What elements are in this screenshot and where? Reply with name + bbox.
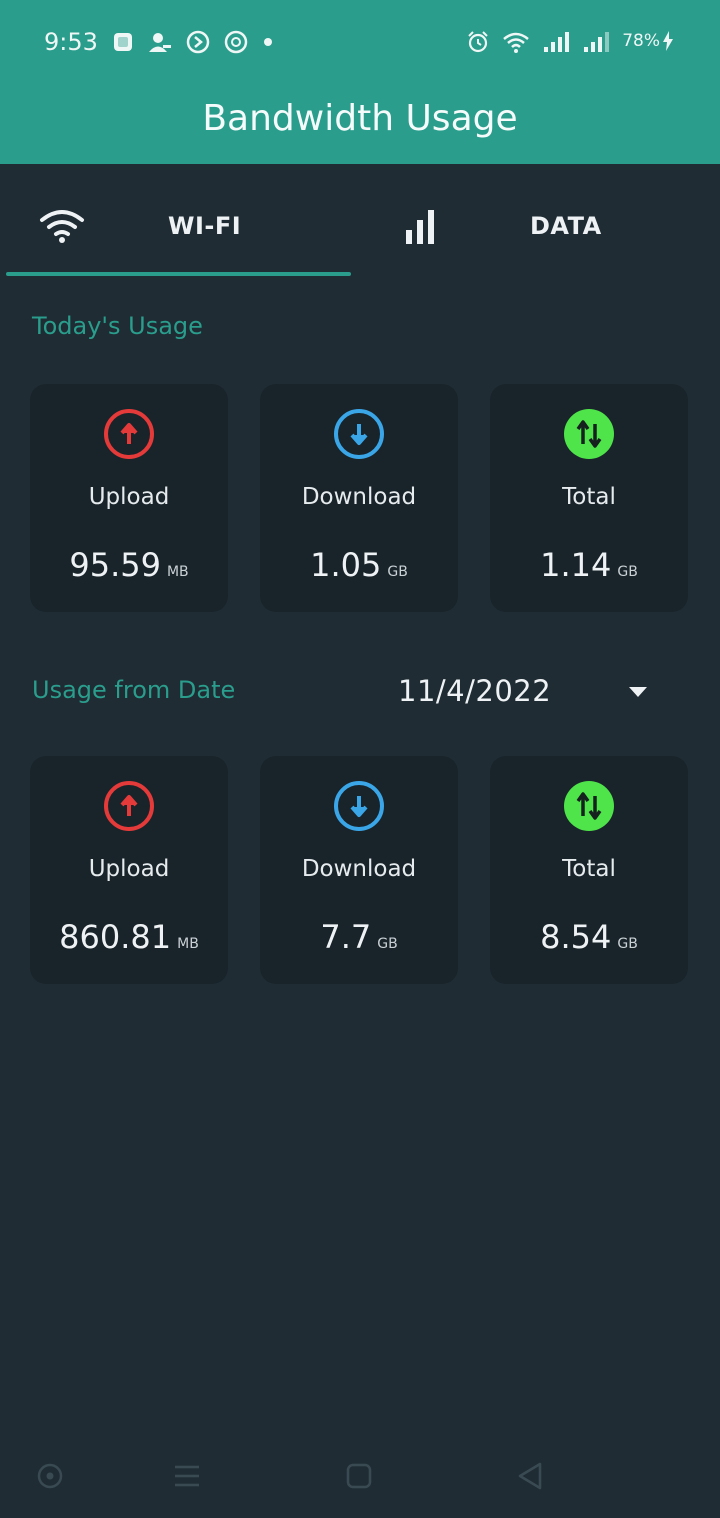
- dot-icon: [264, 38, 272, 46]
- from-date-upload-card: Upload 860.81 MB: [30, 756, 228, 984]
- circle-b-icon: [224, 30, 248, 54]
- value-unit: GB: [617, 563, 638, 580]
- card-value: 95.59 MB: [30, 546, 228, 584]
- dropdown-caret-icon: [629, 687, 647, 697]
- card-label: Upload: [88, 484, 170, 510]
- upload-arrow-icon: [104, 409, 154, 459]
- value-number: 8.54: [540, 918, 612, 956]
- download-arrow-icon: [334, 781, 384, 831]
- download-arrow-icon: [334, 409, 384, 459]
- card-label: Upload: [88, 856, 170, 882]
- person-icon: [149, 33, 171, 52]
- card-label: Download: [301, 484, 417, 510]
- up-down-arrows-icon: [564, 409, 614, 459]
- value-number: 95.59: [69, 546, 161, 584]
- assistant-icon[interactable]: [30, 1456, 70, 1496]
- signal-bars-icon: [406, 210, 434, 244]
- tab-data-label: DATA: [530, 212, 602, 240]
- from-date-cards: Upload 860.81 MB Download 7.7 GB Total 8.5…: [30, 756, 690, 986]
- card-label: Total: [562, 856, 616, 882]
- page-title: Bandwidth Usage: [202, 98, 518, 139]
- value-unit: MB: [166, 563, 189, 580]
- date-dropdown[interactable]: 11/4/2022: [398, 672, 660, 716]
- tab-wifi[interactable]: WI-FI: [6, 164, 356, 278]
- circle-arrow-icon: [186, 30, 210, 54]
- wifi-icon: [503, 32, 529, 53]
- battery-percent: 78%: [622, 31, 660, 51]
- status-time: 9:53: [44, 28, 98, 56]
- from-date-total-card: Total 8.54 GB: [490, 756, 688, 984]
- from-date-download-card: Download 7.7 GB: [260, 756, 458, 984]
- value-unit: GB: [387, 563, 408, 580]
- home-icon[interactable]: [339, 1456, 379, 1496]
- recents-icon[interactable]: [167, 1456, 207, 1496]
- tab-indicator: [6, 272, 351, 276]
- upload-arrow-icon: [104, 781, 154, 831]
- status-bar: 9:53 78%: [0, 0, 720, 88]
- app-bar: Bandwidth Usage: [0, 88, 720, 164]
- value-unit: MB: [177, 935, 199, 952]
- usage-from-date-title: Usage from Date: [32, 676, 236, 704]
- todays-usage-cards: Upload 95.59 MB Download 1.05 GB Total 1.1…: [30, 384, 690, 614]
- card-label: Total: [562, 484, 616, 510]
- value-unit: GB: [617, 935, 638, 952]
- value-number: 1.14: [540, 546, 612, 584]
- battery-level: 78%: [622, 31, 674, 51]
- value-unit: GB: [377, 935, 398, 952]
- card-value: 7.7 GB: [260, 918, 458, 956]
- signal-icon: [544, 32, 569, 52]
- image-icon: [114, 33, 132, 51]
- alarm-icon: [468, 31, 488, 53]
- up-down-arrows-icon: [564, 781, 614, 831]
- back-icon[interactable]: [510, 1456, 550, 1496]
- tab-bar: WI-FI DATA: [0, 164, 720, 278]
- today-download-card: Download 1.05 GB: [260, 384, 458, 612]
- system-icons: [466, 30, 610, 54]
- signal-icon: [584, 32, 609, 52]
- tab-wifi-label: WI-FI: [168, 212, 242, 240]
- card-value: 8.54 GB: [490, 918, 688, 956]
- wifi-icon: [40, 210, 84, 243]
- card-value: 860.81 MB: [30, 918, 228, 956]
- today-upload-card: Upload 95.59 MB: [30, 384, 228, 612]
- card-label: Download: [301, 856, 417, 882]
- charging-icon: [663, 31, 673, 51]
- system-nav-bar: [0, 1436, 720, 1518]
- card-value: 1.14 GB: [490, 546, 688, 584]
- value-number: 1.05: [310, 546, 382, 584]
- card-value: 1.05 GB: [260, 546, 458, 584]
- todays-usage-title: Today's Usage: [32, 312, 203, 340]
- value-number: 860.81: [59, 918, 172, 956]
- selected-date: 11/4/2022: [398, 674, 552, 708]
- today-total-card: Total 1.14 GB: [490, 384, 688, 612]
- value-number: 7.7: [320, 918, 372, 956]
- tab-data[interactable]: DATA: [360, 164, 710, 278]
- notification-icons: [112, 30, 274, 54]
